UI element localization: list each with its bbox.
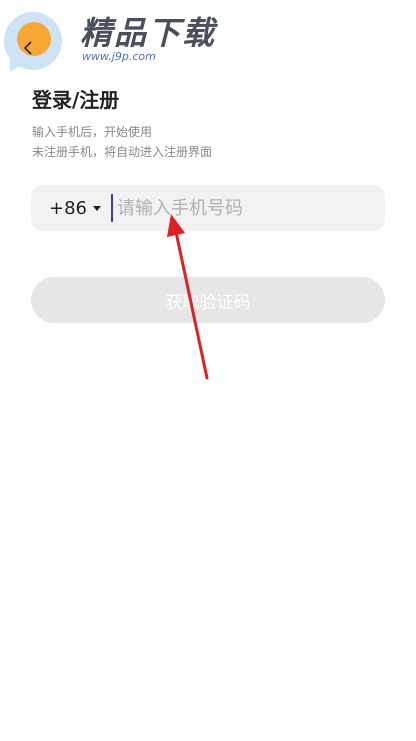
- subtitle-line1: 输入手机后，开始使用: [32, 125, 153, 139]
- text-cursor: [111, 194, 113, 222]
- subtitle-line2: 未注册手机，将自动进入注册界面: [32, 145, 213, 159]
- caret-down-icon: [93, 205, 101, 211]
- watermark-url: www.j9p.com: [82, 50, 156, 63]
- back-button[interactable]: [18, 38, 38, 58]
- page-title: 登录/注册: [32, 88, 120, 112]
- get-verification-code-button[interactable]: 获取验证码: [31, 277, 385, 323]
- country-code-selector[interactable]: +86: [49, 198, 101, 219]
- chevron-left-icon: [23, 41, 32, 55]
- country-code-label: +86: [49, 197, 87, 219]
- phone-number-input[interactable]: [115, 187, 385, 229]
- phone-input-row: +86: [31, 185, 385, 231]
- watermark-title: 精品下载: [80, 14, 217, 52]
